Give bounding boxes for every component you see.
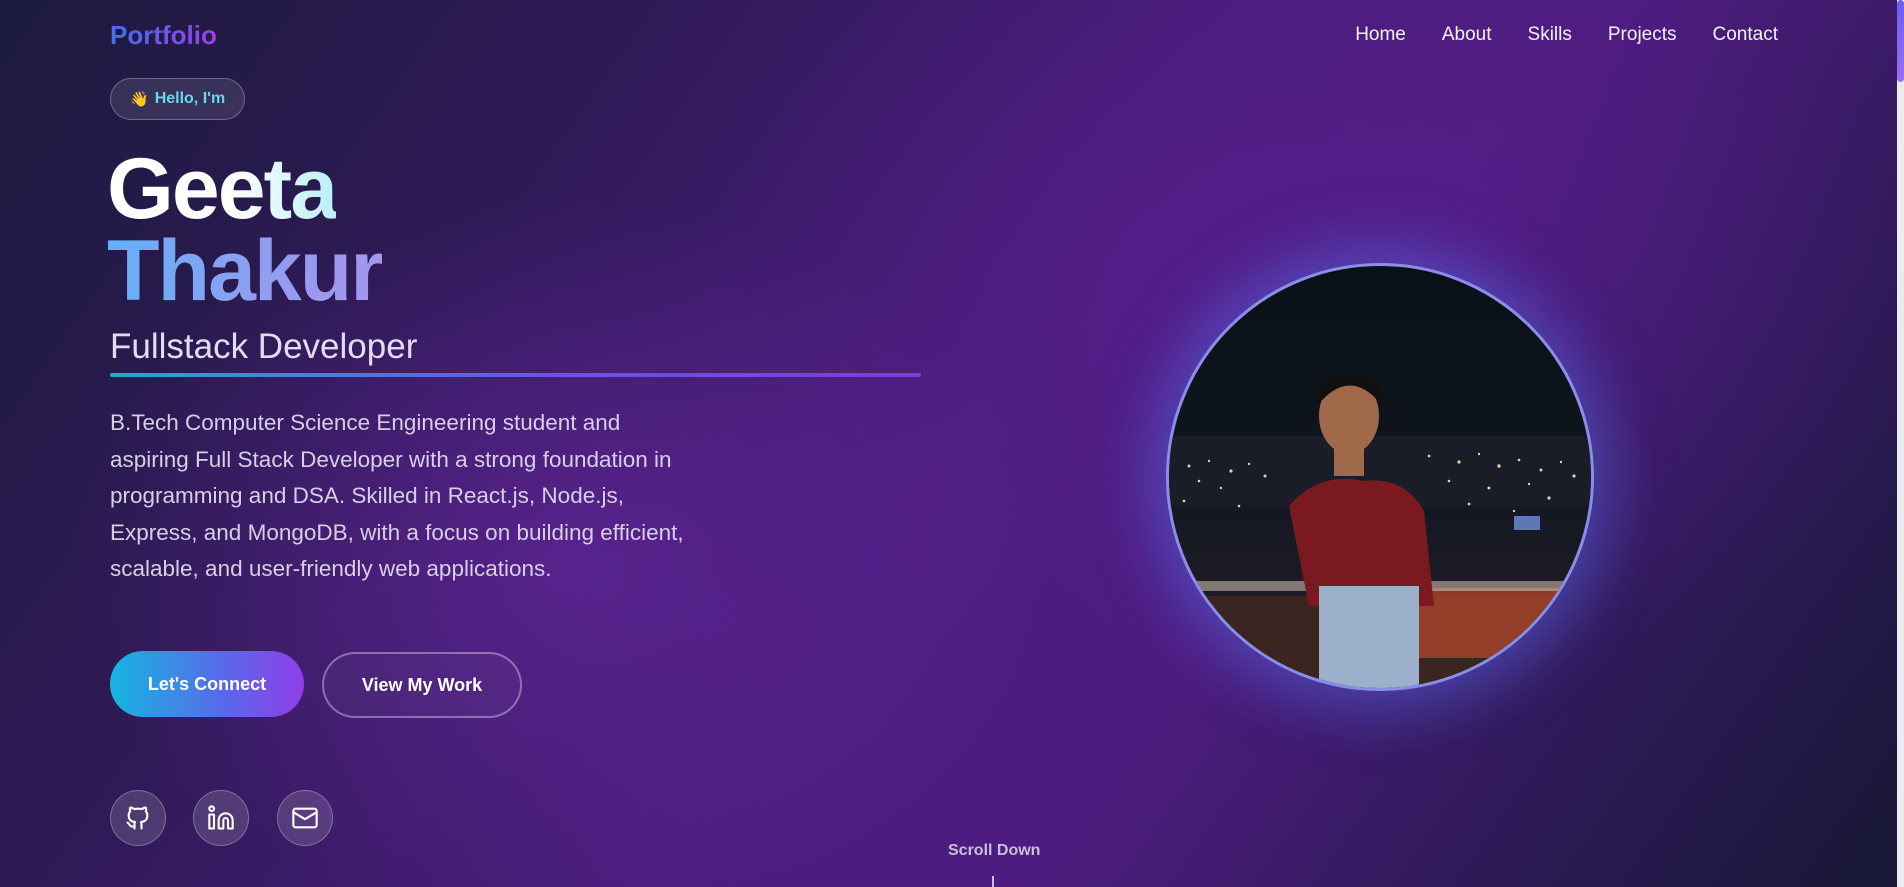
site-logo[interactable]: Portfolio — [110, 20, 217, 51]
nav-link-about[interactable]: About — [1442, 24, 1492, 46]
profile-photo-illustration — [1169, 372, 1591, 688]
hero-role: Fullstack Developer — [110, 327, 418, 366]
profile-photo — [1166, 263, 1594, 691]
linkedin-icon — [208, 805, 234, 830]
greeting-badge: 👋 Hello, I'm — [110, 78, 246, 120]
scroll-down-hint[interactable]: Scroll Down — [948, 842, 1040, 860]
scrollbar-thumb[interactable] — [1897, 0, 1904, 82]
page-scrollbar[interactable] — [1897, 0, 1904, 887]
role-underline-divider — [110, 373, 921, 377]
github-icon — [126, 806, 149, 830]
hero-bio: B.Tech Computer Science Engineering stud… — [110, 410, 684, 581]
github-link[interactable] — [110, 790, 166, 846]
nav-link-home[interactable]: Home — [1355, 24, 1406, 46]
email-link[interactable] — [277, 790, 333, 846]
nav-link-projects[interactable]: Projects — [1608, 24, 1677, 46]
hero-first-name: Geeta — [107, 141, 338, 237]
email-icon — [292, 807, 318, 829]
nav-link-skills[interactable]: Skills — [1528, 24, 1572, 46]
linkedin-link[interactable] — [193, 790, 249, 846]
top-navbar: Portfolio Home About Skills Projects Con… — [0, 0, 1897, 72]
waving-hand-icon: 👋 — [130, 91, 149, 108]
nav-link-contact[interactable]: Contact — [1713, 24, 1778, 46]
nav-links: Home About Skills Projects Contact — [1355, 24, 1778, 46]
greeting-text: Hello, I'm — [154, 90, 226, 107]
hero-last-name: Thakur — [107, 223, 384, 319]
view-my-work-button[interactable]: View My Work — [322, 652, 522, 718]
lets-connect-button[interactable]: Let's Connect — [110, 651, 304, 717]
scroll-down-indicator — [992, 876, 994, 887]
